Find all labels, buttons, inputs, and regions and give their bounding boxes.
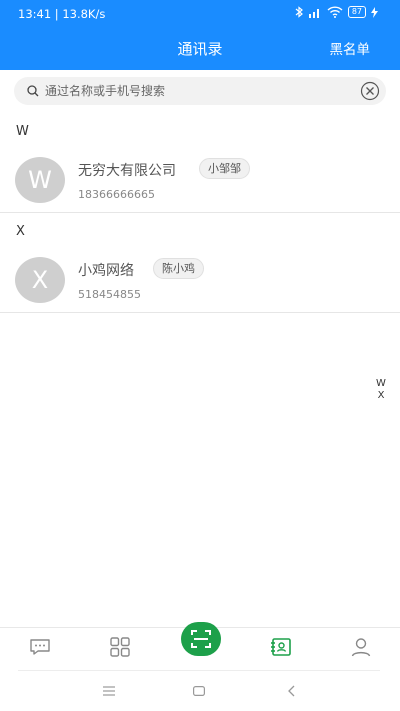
bluetooth-icon	[295, 6, 303, 18]
back-icon	[288, 685, 295, 697]
alphabet-index-bar[interactable]: W X	[374, 378, 388, 402]
menu-icon	[103, 686, 115, 696]
status-bar: 13:41 | 13.8K/s 87	[0, 0, 400, 28]
contact-name: 无穷大有限公司	[78, 163, 176, 179]
status-time-speed: 13:41 | 13.8K/s	[18, 7, 106, 21]
back-nav-button[interactable]	[283, 684, 299, 698]
section-header-x: X	[16, 224, 25, 239]
index-letter[interactable]: X	[374, 390, 388, 402]
search-icon	[27, 85, 39, 97]
index-letter[interactable]: W	[374, 378, 388, 390]
contact-item[interactable]: X 小鸡网络 陈小鸡 518454855	[0, 246, 400, 316]
home-icon	[193, 686, 205, 696]
section-header-w: W	[16, 124, 29, 139]
divider	[0, 212, 400, 213]
tab-apps[interactable]	[108, 636, 132, 658]
grid-icon	[110, 637, 130, 657]
charging-icon	[371, 6, 378, 18]
wifi-icon	[327, 6, 343, 18]
header-bar: 13:41 | 13.8K/s 87 通讯录 黑名单	[0, 0, 400, 70]
scan-icon	[191, 630, 211, 648]
battery-icon: 87	[347, 6, 366, 18]
blacklist-button[interactable]: 黑名单	[330, 38, 371, 58]
contact-tag: 小邹邹	[199, 158, 250, 179]
tab-contacts[interactable]	[269, 636, 293, 658]
tab-profile[interactable]	[349, 636, 373, 658]
avatar: W	[15, 157, 65, 203]
avatar: X	[15, 257, 65, 303]
contact-tag: 陈小鸡	[153, 258, 204, 279]
system-nav-divider	[18, 670, 380, 671]
clear-icon[interactable]	[360, 81, 380, 101]
contact-item[interactable]: W 无穷大有限公司 小邹邹 18366666665	[0, 146, 400, 216]
search-bar[interactable]	[14, 77, 386, 105]
contact-phone: 18366666665	[78, 188, 155, 201]
contact-phone: 518454855	[78, 288, 141, 301]
chat-icon	[30, 639, 50, 655]
contact-name: 小鸡网络	[78, 263, 134, 279]
home-nav-button[interactable]	[191, 684, 207, 698]
menu-nav-button[interactable]	[101, 684, 117, 698]
tab-messages[interactable]	[28, 636, 52, 658]
contacts-book-icon	[271, 638, 291, 656]
search-input[interactable]	[45, 84, 360, 98]
profile-icon	[351, 638, 371, 657]
divider	[0, 312, 400, 313]
signal-icon	[308, 8, 319, 18]
scan-button[interactable]	[181, 622, 221, 656]
status-icons: 87	[295, 6, 378, 18]
